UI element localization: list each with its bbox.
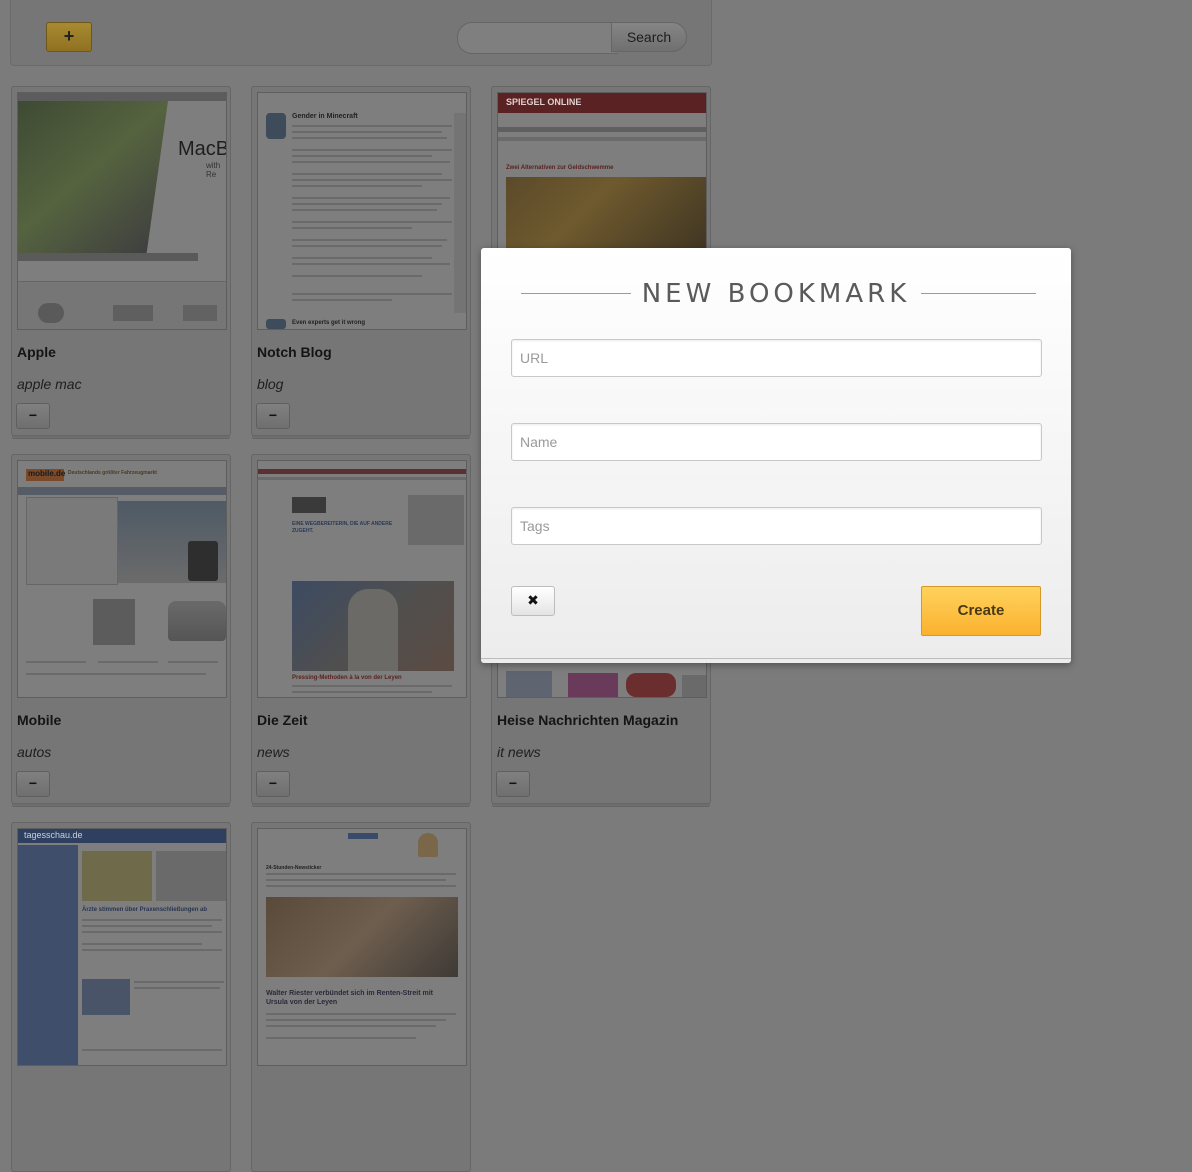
bookmark-card: tagesschau.de Ärzte stimmen über Praxens…	[11, 822, 231, 1172]
remove-bookmark-button[interactable]: −	[256, 403, 290, 429]
bookmark-thumbnail[interactable]: Gender in Minecraft Even experts get it …	[257, 92, 467, 330]
bookmark-tags: autos	[17, 744, 52, 760]
thumbnail-headline: Walter Riester verbündet sich im Renten-…	[266, 990, 433, 1006]
bookmark-thumbnail[interactable]: MacBo with Re	[17, 92, 227, 330]
thumbnail-headline: Zwei Alternativen zur Geldschwemme	[506, 165, 614, 171]
tags-field[interactable]	[511, 507, 1042, 545]
divider	[481, 658, 1071, 659]
bookmark-card: EINE WEGBEREITERIN, DIE AUF ANDERE ZUGEH…	[251, 454, 471, 804]
divider	[921, 293, 1036, 294]
dialog-header: NEW BOOKMARK	[511, 278, 1041, 310]
bookmark-thumbnail[interactable]: tagesschau.de Ärzte stimmen über Praxens…	[17, 828, 227, 1066]
bookmark-card: Gender in Minecraft Even experts get it …	[251, 86, 471, 436]
thumbnail-headline: Ärzte stimmen über Praxenschließungen ab	[82, 907, 208, 913]
thumbnail-headline: MacBo	[178, 138, 226, 160]
bookmark-card: MacBo with Re Apple apple mac −	[11, 86, 231, 436]
bookmark-name[interactable]: Notch Blog	[257, 344, 332, 360]
thumbnail-tagline: Deutschlands größter Fahrzeugmarkt	[68, 470, 157, 476]
thumbnail-headline: Gender in Minecraft	[292, 113, 358, 120]
remove-bookmark-button[interactable]: −	[16, 403, 50, 429]
toolbar: + Search	[10, 0, 712, 66]
create-button[interactable]: Create	[921, 586, 1041, 636]
bookmark-thumbnail[interactable]: mobile.de Deutschlands größter Fahrzeugm…	[17, 460, 227, 698]
thumbnail-headline: Pressing-Methoden à la von der Leyen	[292, 675, 402, 681]
url-field[interactable]	[511, 339, 1042, 377]
close-icon: ✖	[527, 592, 539, 608]
thumbnail-ad: EINE WEGBEREITERIN, DIE AUF ANDERE ZUGEH…	[292, 521, 393, 534]
thumbnail-brand: SPIEGEL ONLINE	[506, 97, 582, 107]
add-bookmark-button[interactable]: +	[46, 22, 92, 52]
thumbnail-brand: tagesschau.de	[24, 830, 83, 840]
bookmark-card: 24-Stunden-Newsticker Walter Riester ver…	[251, 822, 471, 1172]
name-field[interactable]	[511, 423, 1042, 461]
thumbnail-brand: mobile.de	[28, 469, 66, 478]
bookmark-tags: it news	[497, 744, 541, 760]
search-button[interactable]: Search	[611, 22, 687, 52]
bookmark-card: mobile.de Deutschlands größter Fahrzeugm…	[11, 454, 231, 804]
bookmark-name[interactable]: Die Zeit	[257, 712, 308, 728]
bookmark-thumbnail[interactable]: 24-Stunden-Newsticker Walter Riester ver…	[257, 828, 467, 1066]
thumbnail-footer: Even experts get it wrong	[292, 320, 366, 326]
bookmark-tags: apple mac	[17, 376, 82, 392]
remove-bookmark-button[interactable]: −	[496, 771, 530, 797]
search-input[interactable]	[457, 22, 618, 54]
close-button[interactable]: ✖	[511, 586, 555, 616]
bookmark-name[interactable]: Heise Nachrichten Magazin	[497, 712, 678, 728]
remove-bookmark-button[interactable]: −	[256, 771, 290, 797]
bookmark-tags: news	[257, 744, 290, 760]
bookmark-name[interactable]: Mobile	[17, 712, 61, 728]
thumbnail-kicker: 24-Stunden-Newsticker	[266, 865, 322, 871]
dialog-title: NEW BOOKMARK	[641, 279, 911, 309]
bookmark-name[interactable]: Apple	[17, 344, 56, 360]
remove-bookmark-button[interactable]: −	[16, 771, 50, 797]
bookmark-tags: blog	[257, 376, 284, 392]
bookmark-thumbnail[interactable]: EINE WEGBEREITERIN, DIE AUF ANDERE ZUGEH…	[257, 460, 467, 698]
thumbnail-subtext: with Re	[206, 161, 221, 179]
new-bookmark-dialog: NEW BOOKMARK ✖ Create	[481, 248, 1071, 663]
